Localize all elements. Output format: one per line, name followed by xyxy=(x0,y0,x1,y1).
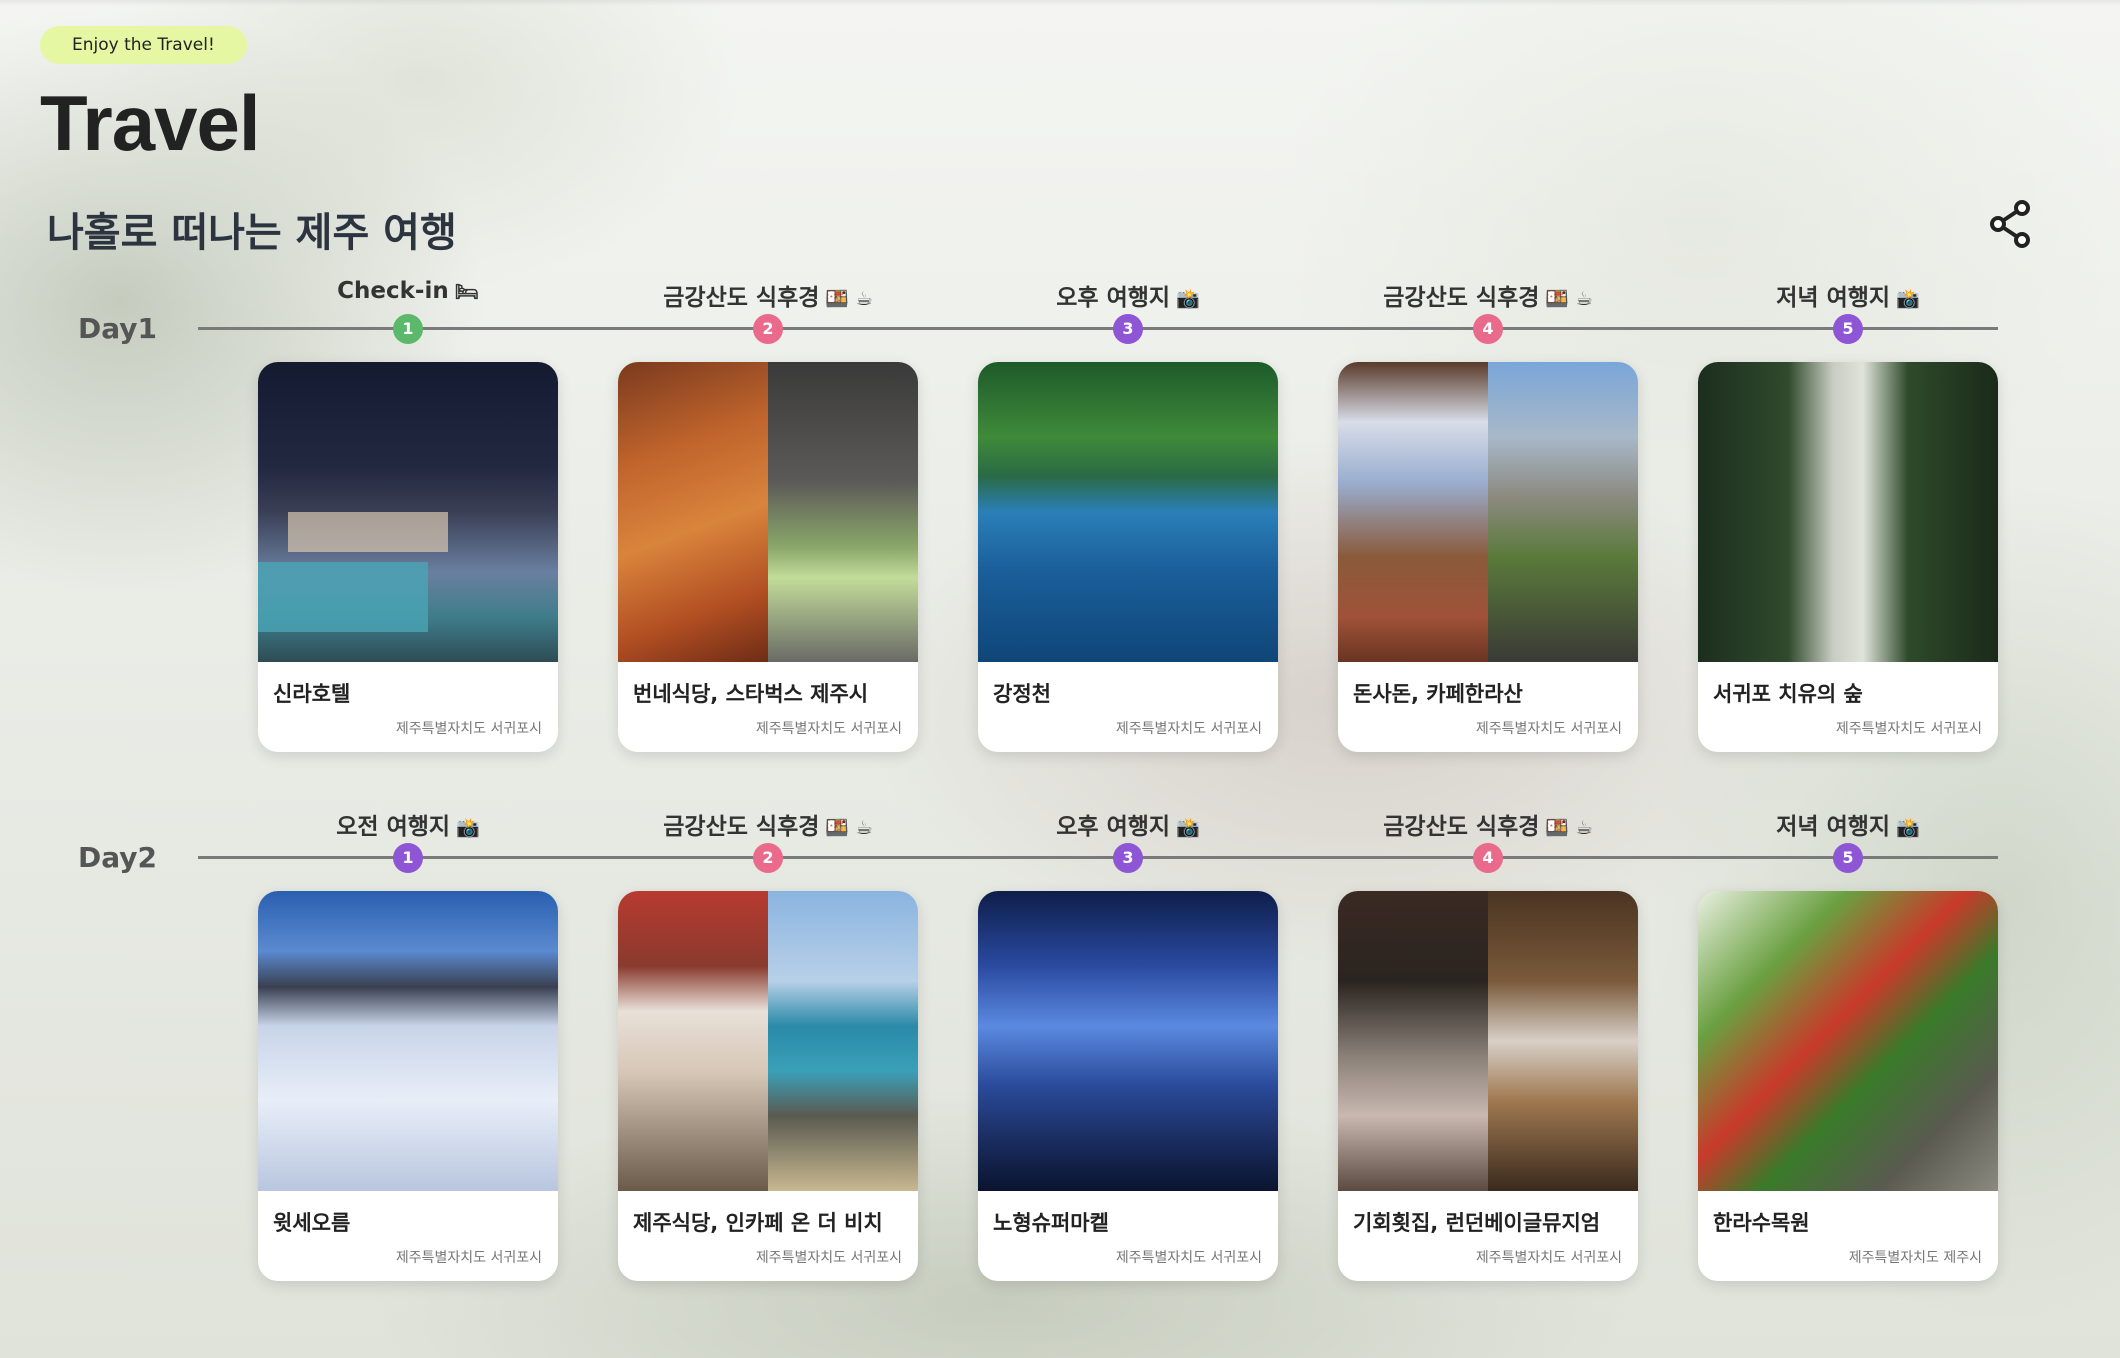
trip-title: 나홀로 떠나는 제주 여행 xyxy=(47,210,457,256)
place-card[interactable]: 기회횟집, 런던베이글뮤지엄 제주특별자치도 서귀포시 xyxy=(1338,891,1638,1281)
stop-title: 금강산도 식후경 🍱 ☕ xyxy=(1383,285,1593,311)
place-address: 제주특별자치도 서귀포시 xyxy=(1475,1250,1622,1266)
stop-number-badge: 1 xyxy=(393,314,423,344)
place-address: 제주특별자치도 서귀포시 xyxy=(395,1250,542,1266)
top-edge xyxy=(0,0,2120,6)
share-button[interactable] xyxy=(1988,200,2032,248)
place-photo xyxy=(618,362,918,662)
stop-emoji: 📸 xyxy=(1176,817,1200,839)
place-photo xyxy=(618,891,918,1191)
stop-number-badge: 1 xyxy=(393,843,423,873)
stop-number-badge: 2 xyxy=(753,843,783,873)
stop-emoji: 📸 xyxy=(1896,288,1920,310)
stop-title: 오전 여행지 📸 xyxy=(336,814,480,840)
place-card[interactable]: 한라수목원 제주특별자치도 제주시 xyxy=(1698,891,1998,1281)
stop-title: 금강산도 식후경 🍱 ☕ xyxy=(663,285,873,311)
place-name: 서귀포 치유의 숲 xyxy=(1713,682,1863,706)
place-card[interactable]: 노형슈퍼마켙 제주특별자치도 서귀포시 xyxy=(978,891,1278,1281)
place-photo xyxy=(978,362,1278,662)
app-title: Travel xyxy=(40,79,261,167)
place-name: 윗세오름 xyxy=(273,1211,351,1235)
stop-number-badge: 5 xyxy=(1833,314,1863,344)
place-name: 노형슈퍼마켙 xyxy=(993,1211,1109,1235)
day-label: Day2 xyxy=(78,841,158,874)
place-address: 제주특별자치도 제주시 xyxy=(1848,1250,1982,1266)
share-icon xyxy=(1990,200,2030,248)
stop-emoji: 📸 xyxy=(1896,817,1920,839)
stop-emoji: 🍱 ☕ xyxy=(1545,817,1593,839)
day-section-1: Day1 Check-in 🛏 1 신라호텔 제주특별자치도 서귀포시 금강산도 … xyxy=(0,270,2120,790)
place-name: 신라호텔 xyxy=(273,682,351,706)
stop-title: Check-in 🛏 xyxy=(337,278,479,304)
stop-emoji: 📸 xyxy=(456,817,480,839)
place-card[interactable]: 서귀포 치유의 숲 제주특별자치도 서귀포시 xyxy=(1698,362,1998,752)
timeline-line xyxy=(198,856,1998,859)
place-card[interactable]: 돈사돈, 카페한라산 제주특별자치도 서귀포시 xyxy=(1338,362,1638,752)
place-address: 제주특별자치도 서귀포시 xyxy=(1115,1250,1262,1266)
place-address: 제주특별자치도 서귀포시 xyxy=(395,721,542,737)
place-name: 돈사돈, 카페한라산 xyxy=(1353,682,1523,706)
stop-number-badge: 5 xyxy=(1833,843,1863,873)
stop-title: 저녁 여행지 📸 xyxy=(1776,814,1920,840)
stop-emoji: 🍱 ☕ xyxy=(825,817,873,839)
place-card[interactable]: 제주식당, 인카페 온 더 비치 제주특별자치도 서귀포시 xyxy=(618,891,918,1281)
stop-title: 오후 여행지 📸 xyxy=(1056,285,1200,311)
stop-title: 금강산도 식후경 🍱 ☕ xyxy=(663,814,873,840)
place-address: 제주특별자치도 서귀포시 xyxy=(1115,721,1262,737)
place-photo xyxy=(1338,362,1638,662)
place-name: 한라수목원 xyxy=(1713,1211,1810,1235)
place-photo xyxy=(1698,362,1998,662)
stop-number-badge: 4 xyxy=(1473,843,1503,873)
stop-title: 저녁 여행지 📸 xyxy=(1776,285,1920,311)
enjoy-badge: Enjoy the Travel! xyxy=(40,26,247,64)
stop-emoji: 🛏 xyxy=(454,281,479,303)
stop-number-badge: 3 xyxy=(1113,314,1143,344)
day-section-2: Day2 오전 여행지 📸 1 윗세오름 제주특별자치도 서귀포시 금강산도 식후… xyxy=(0,799,2120,1319)
place-address: 제주특별자치도 서귀포시 xyxy=(1835,721,1982,737)
place-photo xyxy=(258,362,558,662)
place-address: 제주특별자치도 서귀포시 xyxy=(1475,721,1622,737)
place-address: 제주특별자치도 서귀포시 xyxy=(755,721,902,737)
place-name: 번네식당, 스타벅스 제주시 xyxy=(633,682,869,706)
stop-emoji: 🍱 ☕ xyxy=(1545,288,1593,310)
stop-number-badge: 4 xyxy=(1473,314,1503,344)
place-photo xyxy=(1338,891,1638,1191)
place-name: 기회횟집, 런던베이글뮤지엄 xyxy=(1353,1211,1601,1235)
stop-emoji: 📸 xyxy=(1176,288,1200,310)
day-label: Day1 xyxy=(78,312,158,345)
place-name: 제주식당, 인카페 온 더 비치 xyxy=(633,1211,883,1235)
stop-number-badge: 3 xyxy=(1113,843,1143,873)
timeline-line xyxy=(198,327,1998,330)
stop-title: 금강산도 식후경 🍱 ☕ xyxy=(1383,814,1593,840)
place-card[interactable]: 번네식당, 스타벅스 제주시 제주특별자치도 서귀포시 xyxy=(618,362,918,752)
place-card[interactable]: 신라호텔 제주특별자치도 서귀포시 xyxy=(258,362,558,752)
stop-number-badge: 2 xyxy=(753,314,783,344)
stop-emoji: 🍱 ☕ xyxy=(825,288,873,310)
place-photo xyxy=(1698,891,1998,1191)
place-card[interactable]: 윗세오름 제주특별자치도 서귀포시 xyxy=(258,891,558,1281)
place-photo xyxy=(258,891,558,1191)
place-card[interactable]: 강정천 제주특별자치도 서귀포시 xyxy=(978,362,1278,752)
place-address: 제주특별자치도 서귀포시 xyxy=(755,1250,902,1266)
place-photo xyxy=(978,891,1278,1191)
place-name: 강정천 xyxy=(993,682,1051,706)
stop-title: 오후 여행지 📸 xyxy=(1056,814,1200,840)
